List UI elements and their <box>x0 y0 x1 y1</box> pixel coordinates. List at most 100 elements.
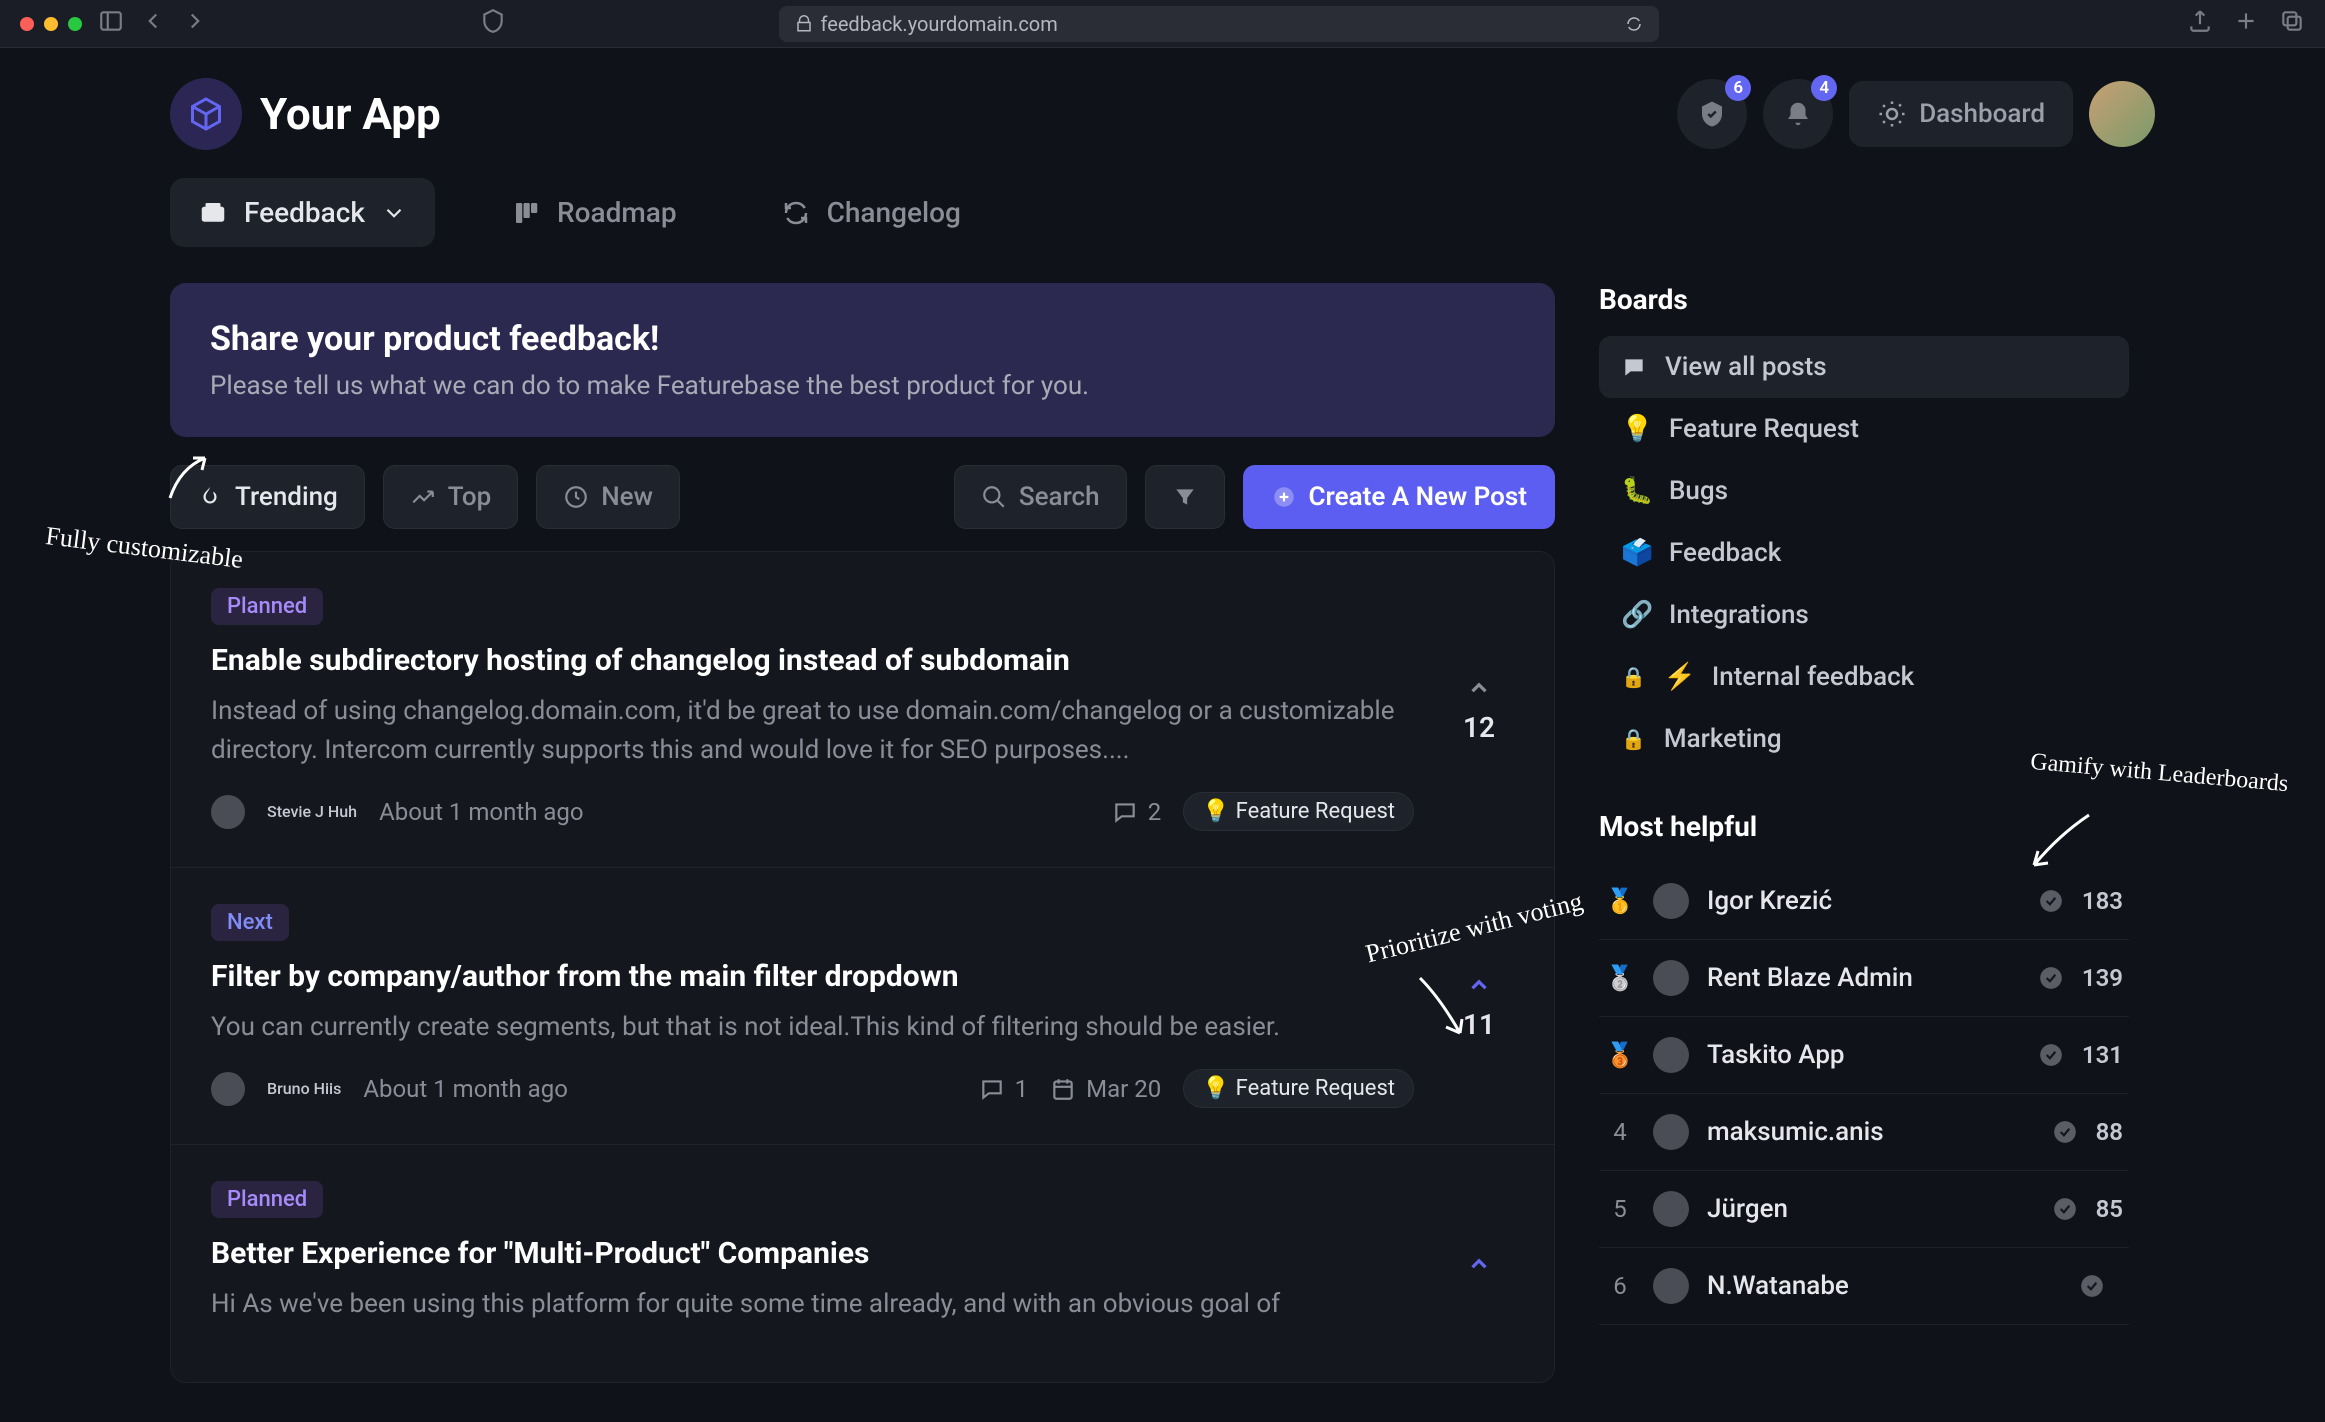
window-controls <box>20 17 82 31</box>
sort-top[interactable]: Top <box>383 465 518 529</box>
leaderboard-row[interactable]: 🥇 Igor Krezić 183 <box>1599 863 2129 940</box>
verified-icon <box>2052 1196 2078 1222</box>
trend-up-icon <box>410 484 436 510</box>
user-avatar <box>1653 1268 1689 1304</box>
status-badge: Planned <box>211 1181 323 1218</box>
plus-circle-icon <box>1271 484 1297 510</box>
comment-count: 2 <box>1112 798 1162 826</box>
leaderboard-row[interactable]: 5 Jürgen 85 <box>1599 1171 2129 1248</box>
notifications-badge: 4 <box>1811 75 1837 101</box>
app-title: Your App <box>260 88 441 140</box>
leaderboard-row[interactable]: 🥉 Taskito App 131 <box>1599 1017 2129 1094</box>
nav-back-icon[interactable] <box>140 8 166 39</box>
filter-icon <box>1172 484 1198 510</box>
user-avatar <box>1653 1114 1689 1150</box>
lock-icon: 🔒 <box>1621 665 1646 689</box>
close-window-button[interactable] <box>20 17 34 31</box>
lock-icon <box>795 15 813 33</box>
reload-icon[interactable] <box>1625 15 1643 33</box>
sort-new[interactable]: New <box>536 465 680 529</box>
leaderboard-row[interactable]: 6 N.Watanabe <box>1599 1248 2129 1325</box>
post-title: Enable subdirectory hosting of changelog… <box>211 643 1414 678</box>
post-tag[interactable]: 💡Feature Request <box>1183 792 1414 831</box>
boards-section: Boards View all posts 💡 Feature Request … <box>1599 283 2129 770</box>
author-avatar <box>211 1072 245 1106</box>
url-bar[interactable]: feedback.yourdomain.com <box>779 6 1659 42</box>
leaderboard-row[interactable]: 4 maksumic.anis 88 <box>1599 1094 2129 1171</box>
vote-count: 12 <box>1463 711 1495 744</box>
board-bugs[interactable]: 🐛 Bugs <box>1599 460 2129 522</box>
moderation-button[interactable]: 6 <box>1677 79 1747 149</box>
gear-icon <box>1877 99 1907 129</box>
dashboard-button[interactable]: Dashboard <box>1849 81 2073 147</box>
share-icon[interactable] <box>2187 8 2213 39</box>
vote-button[interactable]: 11 <box>1444 904 1514 1108</box>
chevron-down-icon <box>381 200 407 226</box>
search-button[interactable]: Search <box>954 465 1127 529</box>
clock-icon <box>563 484 589 510</box>
search-icon <box>981 484 1007 510</box>
board-view-all[interactable]: View all posts <box>1599 336 2129 398</box>
post-description: Hi As we've been using this platform for… <box>211 1285 1414 1324</box>
create-post-button[interactable]: Create A New Post <box>1243 465 1555 529</box>
post-item[interactable]: Next Filter by company/author from the m… <box>171 868 1554 1145</box>
post-author: Bruno Hiis <box>267 1079 341 1098</box>
author-avatar <box>211 795 245 829</box>
verified-icon <box>2052 1119 2078 1145</box>
banner-subtitle: Please tell us what we can do to make Fe… <box>210 371 1515 401</box>
user-avatar <box>1653 1037 1689 1073</box>
app-logo[interactable] <box>170 78 242 150</box>
calendar-icon <box>1050 1076 1076 1102</box>
nav-tabs: Feedback Roadmap Changelog <box>170 178 2155 247</box>
status-badge: Planned <box>211 588 323 625</box>
feedback-icon <box>198 198 228 228</box>
tab-feedback[interactable]: Feedback <box>170 178 435 247</box>
status-badge: Next <box>211 904 289 941</box>
sort-trending[interactable]: Trending <box>170 465 365 529</box>
minimize-window-button[interactable] <box>44 17 58 31</box>
tab-changelog[interactable]: Changelog <box>753 178 989 247</box>
roadmap-icon <box>511 198 541 228</box>
tabs-overview-icon[interactable] <box>2279 8 2305 39</box>
board-integrations[interactable]: 🔗 Integrations <box>1599 584 2129 646</box>
app-header: Your App 6 4 Dashboard <box>170 78 2155 150</box>
post-title: Better Experience for "Multi-Product" Co… <box>211 1236 1414 1271</box>
vote-button[interactable] <box>1444 1181 1514 1346</box>
post-tag[interactable]: 💡Feature Request <box>1183 1069 1414 1108</box>
chat-icon <box>1112 799 1138 825</box>
post-list: Planned Enable subdirectory hosting of c… <box>170 551 1555 1383</box>
post-time: About 1 month ago <box>379 798 584 826</box>
user-avatar <box>1653 883 1689 919</box>
changelog-icon <box>781 198 811 228</box>
chat-icon <box>1621 354 1647 380</box>
maximize-window-button[interactable] <box>68 17 82 31</box>
post-toolbar: Trending Top New Search <box>170 465 1555 529</box>
new-tab-icon[interactable] <box>2233 8 2259 39</box>
post-item[interactable]: Planned Enable subdirectory hosting of c… <box>171 552 1554 868</box>
board-marketing[interactable]: 🔒 Marketing <box>1599 708 2129 770</box>
chat-icon <box>979 1076 1005 1102</box>
vote-button[interactable]: 12 <box>1444 588 1514 831</box>
board-feature-request[interactable]: 💡 Feature Request <box>1599 398 2129 460</box>
nav-forward-icon[interactable] <box>182 8 208 39</box>
post-time: About 1 month ago <box>363 1075 568 1103</box>
dashboard-label: Dashboard <box>1919 99 2045 129</box>
user-avatar[interactable] <box>2089 81 2155 147</box>
shield-privacy-icon[interactable] <box>480 8 506 39</box>
chevron-up-icon <box>1466 1251 1492 1277</box>
filter-button[interactable] <box>1145 465 1225 529</box>
verified-icon <box>2038 965 2064 991</box>
boards-title: Boards <box>1599 283 2129 316</box>
notifications-button[interactable]: 4 <box>1763 79 1833 149</box>
browser-chrome: feedback.yourdomain.com <box>0 0 2325 48</box>
sidebar-toggle-icon[interactable] <box>98 8 124 39</box>
verified-icon <box>2038 888 2064 914</box>
board-internal-feedback[interactable]: 🔒 ⚡ Internal feedback <box>1599 646 2129 708</box>
board-feedback[interactable]: 🗳️ Feedback <box>1599 522 2129 584</box>
vote-count: 11 <box>1463 1008 1495 1041</box>
tab-roadmap[interactable]: Roadmap <box>483 178 705 247</box>
post-item[interactable]: Planned Better Experience for "Multi-Pro… <box>171 1145 1554 1382</box>
leaderboard-row[interactable]: 🥈 Rent Blaze Admin 139 <box>1599 940 2129 1017</box>
leaderboard-title: Most helpful <box>1599 810 2129 843</box>
chevron-up-icon <box>1466 972 1492 998</box>
